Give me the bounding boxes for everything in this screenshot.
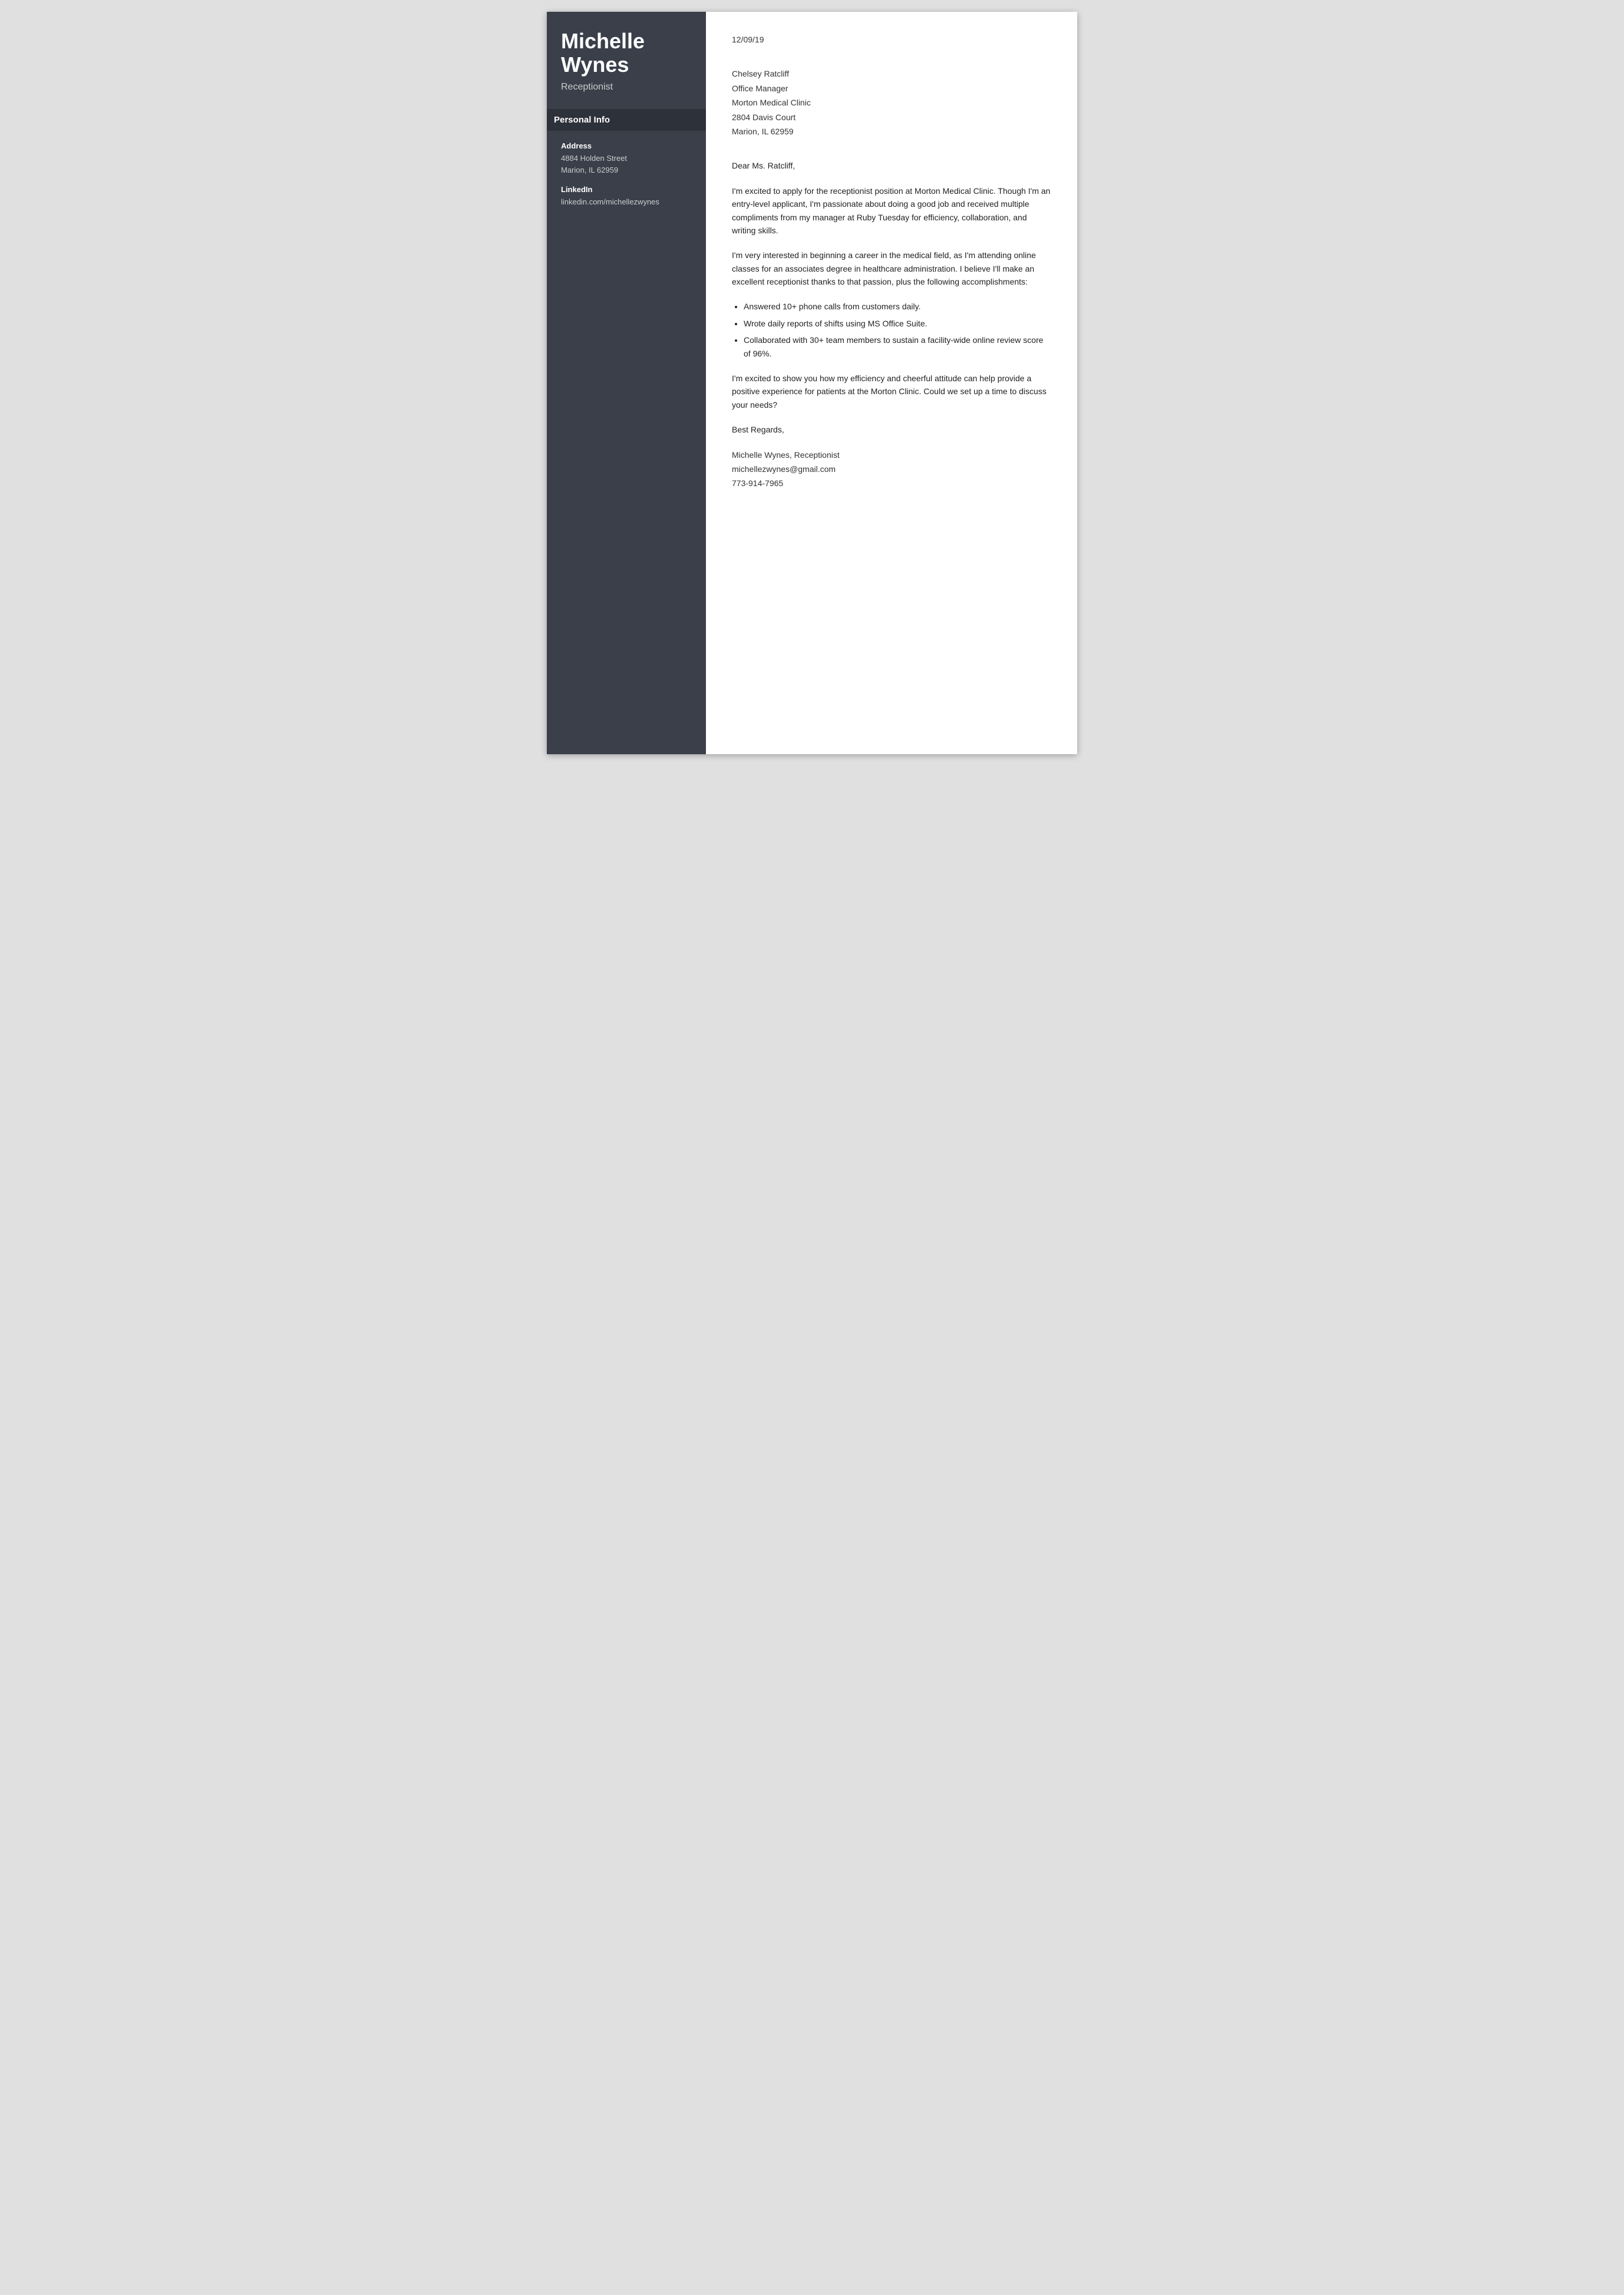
paragraph-1: I'm excited to apply for the receptionis…: [732, 184, 1051, 237]
list-item: Wrote daily reports of shifts using MS O…: [744, 317, 1051, 330]
list-item: Collaborated with 30+ team members to su…: [744, 333, 1051, 360]
signature-email: michellezwynes@gmail.com: [732, 463, 1051, 475]
signature-name: Michelle Wynes, Receptionist: [732, 448, 1051, 461]
date: 12/09/19: [732, 33, 1051, 46]
address-value: 4884 Holden Street Marion, IL 62959: [561, 153, 692, 176]
salutation: Dear Ms. Ratcliff,: [732, 159, 1051, 172]
recipient-block: Chelsey Ratcliff Office Manager Morton M…: [732, 67, 1051, 138]
sidebar: Michelle Wynes Receptionist Personal Inf…: [547, 12, 706, 754]
signature-block: Michelle Wynes, Receptionist michellezwy…: [732, 448, 1051, 490]
signature-phone: 773-914-7965: [732, 477, 1051, 490]
recipient-title: Office Manager: [732, 82, 1051, 95]
document: Michelle Wynes Receptionist Personal Inf…: [547, 12, 1077, 754]
paragraph-2: I'm very interested in beginning a caree…: [732, 249, 1051, 288]
applicant-title: Receptionist: [561, 82, 692, 93]
closing: Best Regards,: [732, 423, 1051, 436]
recipient-company: Morton Medical Clinic: [732, 96, 1051, 109]
linkedin-label: LinkedIn: [561, 185, 692, 194]
linkedin-value: linkedin.com/michellezwynes: [561, 196, 692, 208]
main-content: 12/09/19 Chelsey Ratcliff Office Manager…: [706, 12, 1077, 754]
recipient-name: Chelsey Ratcliff: [732, 67, 1051, 80]
paragraph-3: I'm excited to show you how my efficienc…: [732, 372, 1051, 411]
list-item: Answered 10+ phone calls from customers …: [744, 300, 1051, 313]
bullet-list: Answered 10+ phone calls from customers …: [732, 300, 1051, 360]
applicant-name: Michelle Wynes: [561, 29, 692, 76]
personal-info-header: Personal Info: [547, 109, 706, 131]
recipient-address: 2804 Davis Court: [732, 111, 1051, 124]
address-label: Address: [561, 141, 692, 150]
recipient-city: Marion, IL 62959: [732, 125, 1051, 138]
